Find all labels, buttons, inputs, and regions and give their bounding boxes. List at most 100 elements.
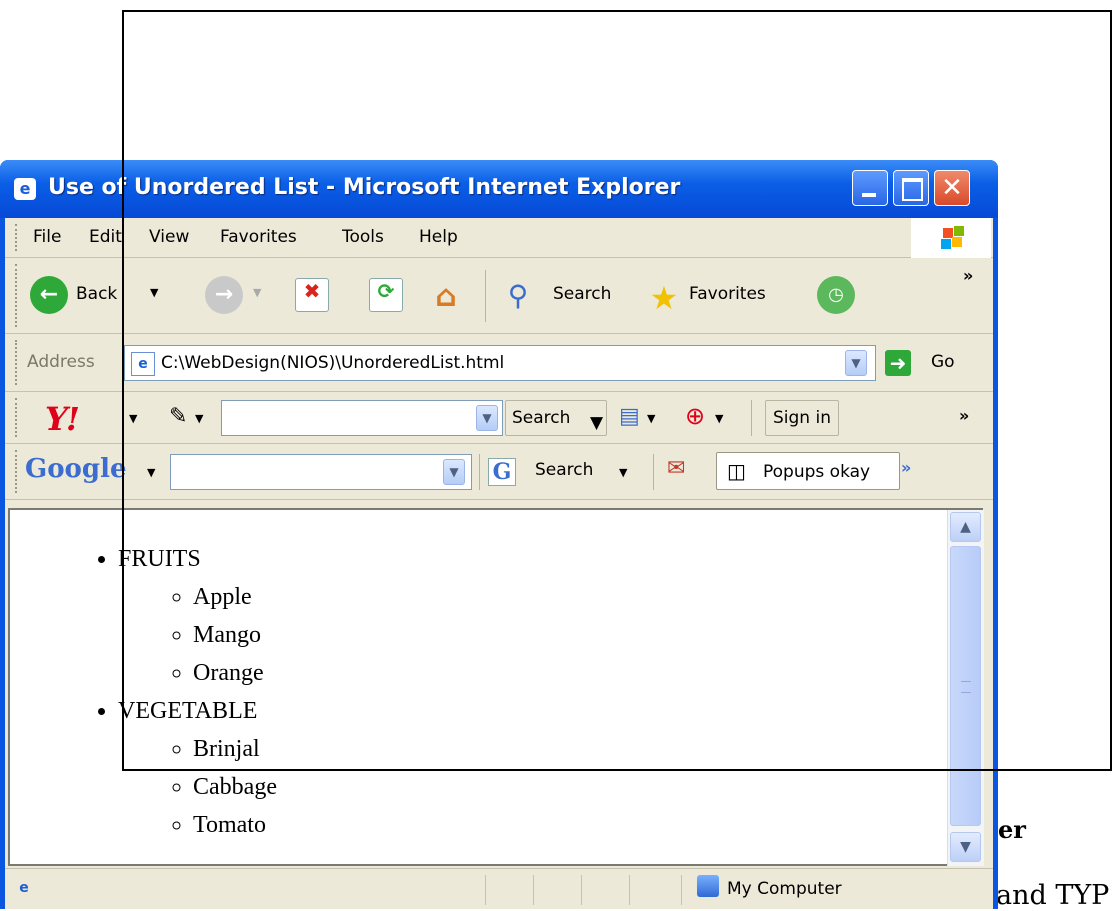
menu-favorites[interactable]: Favorites xyxy=(220,227,297,247)
favorites-label: Favorites xyxy=(689,284,766,304)
google-search-button[interactable]: Search xyxy=(535,460,593,480)
list-item-label: FRUITS xyxy=(118,546,201,572)
yahoo-search-label: Search xyxy=(512,408,571,428)
popup-blocker-button[interactable]: ◫ Popups okay xyxy=(716,452,900,490)
google-logo-text: Google xyxy=(25,454,127,484)
chevron-down-icon[interactable]: ▼ xyxy=(253,286,261,299)
scroll-up-button[interactable]: ▲ xyxy=(950,512,981,542)
close-icon: ✕ xyxy=(941,173,963,203)
status-cell xyxy=(629,875,630,905)
document-text-fragment: and TYP xyxy=(996,880,1110,911)
list-item: Mango xyxy=(193,616,277,654)
unordered-list: FRUITS Apple Mango Orange VEGETABLE Brin… xyxy=(118,540,277,844)
ie-page-icon: e xyxy=(19,880,29,896)
target-icon[interactable]: ⊕ xyxy=(685,402,705,430)
status-cell xyxy=(681,875,682,905)
vertical-scrollbar[interactable]: ▲ ▼ xyxy=(947,510,984,866)
menu-tools[interactable]: Tools xyxy=(342,227,384,247)
windows-logo-icon xyxy=(911,218,991,258)
yahoo-search-input[interactable]: ▼ xyxy=(221,400,503,436)
favorites-icon: ★ xyxy=(649,279,679,317)
chevron-down-icon[interactable]: ▼ xyxy=(845,350,867,376)
chevron-down-icon[interactable]: ▼ xyxy=(715,412,723,425)
chevron-down-icon[interactable]: ▼ xyxy=(619,466,627,479)
chevron-down-icon[interactable]: ▼ xyxy=(150,286,158,299)
address-input[interactable]: e C:\WebDesign(NIOS)\UnorderedList.html … xyxy=(124,345,876,381)
status-bar: e My Computer xyxy=(5,868,993,909)
list-item: FRUITS Apple Mango Orange xyxy=(118,540,277,692)
list-item: Tomato xyxy=(193,806,277,844)
google-search-input[interactable]: ▼ xyxy=(170,454,472,490)
maximize-button[interactable] xyxy=(893,170,929,206)
toolbar-separator xyxy=(751,400,752,436)
history-button[interactable]: ◷ xyxy=(817,276,857,316)
history-icon: ◷ xyxy=(817,276,855,314)
nested-list: Brinjal Cabbage Tomato xyxy=(118,730,277,844)
sign-in-button[interactable]: Sign in xyxy=(765,400,839,436)
address-label: Address xyxy=(27,352,95,372)
page-viewport: FRUITS Apple Mango Orange VEGETABLE Brin… xyxy=(8,508,984,866)
news-icon[interactable]: ✉ xyxy=(667,456,685,481)
google-toolbar: Google ▼ ▼ G Search ▼ ✉ ◫ Popups okay » xyxy=(5,444,993,500)
menu-view[interactable]: View xyxy=(149,227,189,247)
toolbar-overflow-icon[interactable]: » xyxy=(963,266,973,285)
window-title: Use of Unordered List - Microsoft Intern… xyxy=(48,175,681,200)
stop-icon: ✖ xyxy=(295,278,329,312)
toolbar-grip[interactable] xyxy=(15,450,20,493)
refresh-button[interactable]: ⟳ xyxy=(369,276,405,316)
security-zone: My Computer xyxy=(727,879,842,899)
status-cell xyxy=(581,875,582,905)
toolbar-grip[interactable] xyxy=(15,224,20,251)
title-bar[interactable]: e Use of Unordered List - Microsoft Inte… xyxy=(0,160,998,218)
menu-help[interactable]: Help xyxy=(419,227,458,247)
menu-file[interactable]: File xyxy=(33,227,61,247)
stop-button[interactable]: ✖ xyxy=(295,276,331,316)
go-button[interactable]: Go xyxy=(931,352,955,372)
scrollbar-thumb[interactable] xyxy=(950,546,981,826)
yahoo-toolbar: Y! ▼ ✎ ▼ ▼ Search ▼ ▤ ▼ ⊕ ▼ Sign in » xyxy=(5,392,993,444)
yahoo-search-button[interactable]: Search ▼ xyxy=(505,400,607,436)
google-search-icon[interactable]: G xyxy=(488,458,516,486)
menu-bar: File Edit View Favorites Tools Help xyxy=(5,218,993,258)
back-icon: ← xyxy=(30,276,68,314)
ie-icon: e xyxy=(14,178,36,200)
toolbar-grip[interactable] xyxy=(15,398,20,437)
go-icon[interactable]: ➜ xyxy=(885,350,911,376)
minimize-button[interactable] xyxy=(852,170,888,206)
toolbar-separator xyxy=(485,270,486,322)
yahoo-logo[interactable]: Y! xyxy=(45,400,80,438)
chevron-down-icon[interactable]: ▼ xyxy=(195,412,203,425)
favorites-button[interactable]: ★ Favorites xyxy=(647,276,797,317)
toolbar-separator xyxy=(479,454,480,490)
chevron-down-icon[interactable]: ▼ xyxy=(129,412,137,425)
address-bar: Address e C:\WebDesign(NIOS)\UnorderedLi… xyxy=(5,334,993,392)
scroll-down-button[interactable]: ▼ xyxy=(950,832,981,862)
toolbar-separator xyxy=(653,454,654,490)
toolbar-overflow-icon[interactable]: » xyxy=(901,458,911,477)
document-text-fragment: er xyxy=(998,815,1026,844)
chevron-down-icon[interactable]: ▼ xyxy=(647,412,655,425)
nested-list: Apple Mango Orange xyxy=(118,578,277,692)
status-cell xyxy=(533,875,534,905)
chevron-down-icon[interactable]: ▼ xyxy=(476,405,498,431)
computer-icon xyxy=(697,875,719,897)
list-item: VEGETABLE Brinjal Cabbage Tomato xyxy=(118,692,277,844)
chevron-down-icon[interactable]: ▼ xyxy=(590,413,603,433)
toolbar-grip[interactable] xyxy=(15,340,20,385)
forward-button[interactable]: → ▼ xyxy=(205,276,275,316)
search-button[interactable]: ⚲ Search xyxy=(501,276,631,316)
chevron-down-icon[interactable]: ▼ xyxy=(443,459,465,485)
close-button[interactable]: ✕ xyxy=(934,170,970,206)
ie-window: e Use of Unordered List - Microsoft Inte… xyxy=(0,160,998,909)
toolbar-grip[interactable] xyxy=(15,264,20,327)
thumb-grip xyxy=(961,681,971,693)
chevron-down-icon[interactable]: ▼ xyxy=(147,466,155,479)
menu-edit[interactable]: Edit xyxy=(89,227,122,247)
toolbar-overflow-icon[interactable]: » xyxy=(959,406,969,425)
google-logo[interactable]: Google xyxy=(25,454,127,484)
pencil-icon[interactable]: ✎ xyxy=(169,404,187,429)
popup-icon: ◫ xyxy=(727,459,746,483)
mail-icon[interactable]: ▤ xyxy=(619,404,640,429)
back-button[interactable]: ← Back ▼ xyxy=(30,276,190,316)
home-button[interactable]: ⌂ xyxy=(429,276,469,316)
